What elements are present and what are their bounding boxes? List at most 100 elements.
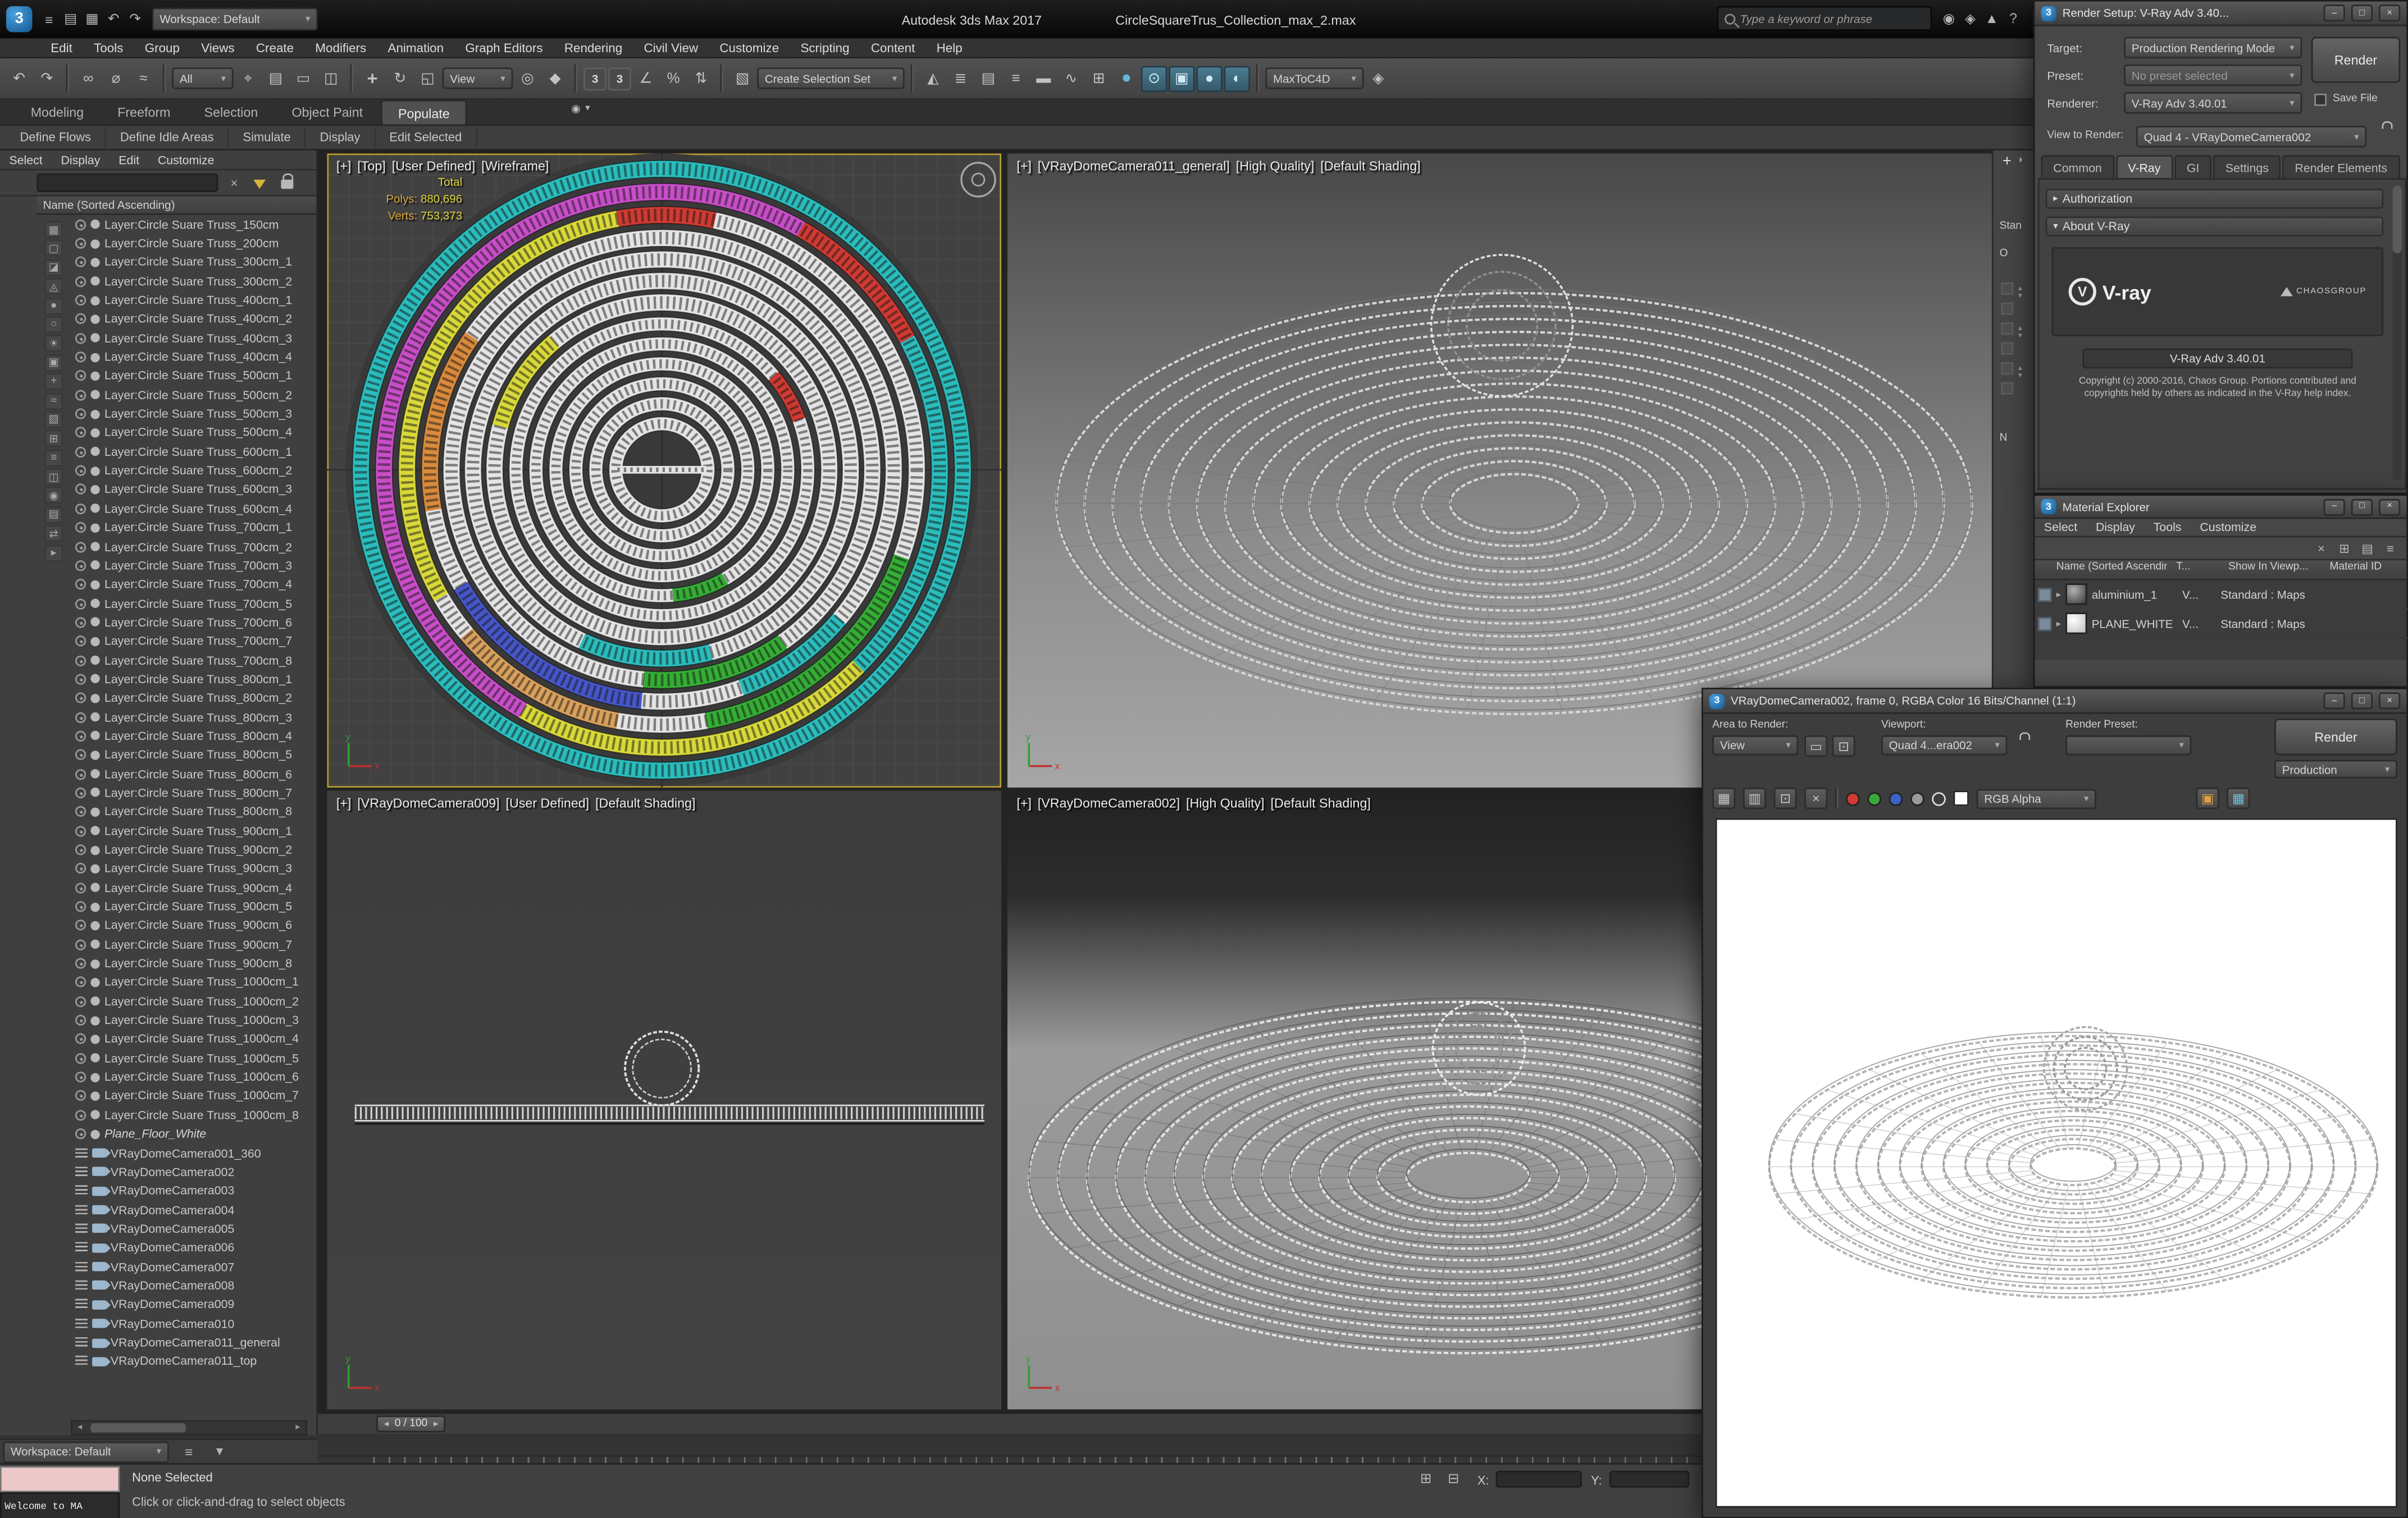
- maximize-icon[interactable]: □: [2351, 692, 2373, 710]
- preset-dropdown[interactable]: No preset selected: [2124, 64, 2302, 86]
- select-by-name-icon[interactable]: ▤: [263, 65, 289, 91]
- layer-row[interactable]: Layer:Circle Suare Truss_900cm_5: [71, 897, 307, 916]
- layer-row[interactable]: Layer:Circle Suare Truss_700cm_8: [71, 651, 307, 670]
- viewport-label-segment[interactable]: [VRayDomeCamera009]: [357, 795, 499, 811]
- expand-icon[interactable]: ▸: [2056, 589, 2061, 599]
- layer-color-icon[interactable]: [90, 598, 100, 609]
- display-shapes-icon[interactable]: ○: [44, 316, 63, 333]
- curve-editor-icon[interactable]: ∿: [1058, 65, 1084, 91]
- edit-named-selection-sets-icon[interactable]: ▧: [729, 65, 755, 91]
- PLANE_WHITE[interactable]: ▸ PLANE_WHITE V... Standard : Maps: [2037, 610, 2408, 639]
- layer-color-icon[interactable]: [90, 845, 100, 854]
- layer-color-icon[interactable]: [90, 220, 100, 229]
- visibility-toggle-icon[interactable]: [75, 313, 86, 325]
- layer-row[interactable]: Layer:Circle Suare Truss_900cm_2: [71, 840, 307, 859]
- layer-color-icon[interactable]: [90, 1053, 100, 1063]
- view-to-render-dropdown[interactable]: Quad 4 - VRayDomeCamera002: [2136, 126, 2367, 148]
- select-object-icon[interactable]: ⌖: [235, 65, 261, 91]
- community-icon[interactable]: ◈: [1959, 6, 1981, 31]
- layer-color-icon[interactable]: [90, 1091, 100, 1101]
- background-toggle-icon[interactable]: [1953, 790, 1969, 806]
- layer-color-icon[interactable]: [90, 542, 100, 551]
- render-button[interactable]: Render: [2311, 36, 2401, 83]
- layer-row[interactable]: Layer:Circle Suare Truss_600cm_2: [71, 461, 307, 481]
- visibility-toggle-icon[interactable]: [75, 257, 86, 268]
- display-cameras-icon[interactable]: ▣: [44, 354, 63, 372]
- material-menu-item[interactable]: Display: [2087, 520, 2145, 534]
- schematic-view-icon[interactable]: ⊞: [1086, 65, 1111, 91]
- layer-row[interactable]: Layer:Circle Suare Truss_700cm_4: [71, 575, 307, 594]
- visibility-toggle-icon[interactable]: [75, 996, 86, 1007]
- copy-image-icon[interactable]: ⊡: [1773, 787, 1797, 810]
- render-preset-dropdown[interactable]: [2065, 735, 2192, 756]
- menu-item[interactable]: Tools: [83, 38, 134, 58]
- close-icon[interactable]: ×: [2379, 4, 2401, 22]
- channel-dropdown[interactable]: RGB Alpha: [1976, 788, 2096, 808]
- menu-item[interactable]: Help: [925, 38, 973, 58]
- mono-channel-icon[interactable]: [1910, 791, 1924, 806]
- vfb-render-button[interactable]: Render: [2274, 718, 2397, 756]
- display-containers-icon[interactable]: ◫: [44, 468, 63, 486]
- reference-coordinate-dropdown[interactable]: View: [442, 67, 513, 89]
- ribbon-tab[interactable]: Populate: [381, 99, 467, 125]
- absolute-mode-icon[interactable]: ⊞: [1416, 1469, 1436, 1489]
- visibility-toggle-icon[interactable]: [75, 1053, 86, 1064]
- layer-row[interactable]: Layer:Circle Suare Truss_900cm_1: [71, 821, 307, 840]
- visibility-toggle-icon[interactable]: [75, 351, 86, 363]
- visibility-toggle-icon[interactable]: [75, 844, 86, 856]
- layer-color-icon[interactable]: [90, 826, 100, 836]
- layer-color-icon[interactable]: [90, 921, 100, 930]
- layer-row[interactable]: Layer:Circle Suare Truss_150cm: [71, 215, 307, 234]
- explorer-menu-item[interactable]: Customize: [148, 153, 224, 167]
- authorization-rollout[interactable]: ▸ Authorization: [2045, 189, 2384, 209]
- explorer-lock-icon[interactable]: [276, 172, 297, 194]
- select-and-manipulate-icon[interactable]: ◆: [542, 65, 568, 91]
- notifications-icon[interactable]: ▲: [1981, 6, 2003, 31]
- material-thumbnail[interactable]: [2065, 612, 2087, 634]
- plane-row[interactable]: Plane_Floor_White: [71, 1124, 307, 1144]
- visibility-toggle-icon[interactable]: [75, 1034, 86, 1045]
- edit-region-icon[interactable]: ▭: [1804, 735, 1828, 757]
- visibility-toggle-icon[interactable]: [75, 408, 86, 419]
- minimize-icon[interactable]: –: [2323, 4, 2345, 22]
- viewport-top[interactable]: xy [+] [Top] [User Defined] [Wireframe] Tot…: [327, 153, 1002, 788]
- ribbon-item[interactable]: Define Idle Areas: [106, 127, 229, 148]
- material-menu-item[interactable]: Select: [2035, 520, 2086, 534]
- camera-row[interactable]: VRayDomeCamera009: [71, 1295, 307, 1314]
- ribbon-options-icon[interactable]: ◉: [571, 103, 581, 115]
- layer-row[interactable]: Layer:Circle Suare Truss_700cm_6: [71, 613, 307, 632]
- viewport-label-segment[interactable]: [+]: [336, 158, 351, 173]
- ribbon-tab[interactable]: Object Paint: [276, 100, 378, 125]
- visibility-toggle-icon[interactable]: [75, 276, 86, 287]
- render-setup-tab[interactable]: Settings: [2213, 155, 2281, 179]
- red-channel-icon[interactable]: [1846, 791, 1860, 806]
- layer-row[interactable]: Layer:Circle Suare Truss_900cm_8: [71, 954, 307, 973]
- panel-button[interactable]: [2001, 342, 2014, 355]
- layer-color-icon[interactable]: [90, 390, 100, 400]
- camera-row[interactable]: VRayDomeCamera002: [71, 1163, 307, 1182]
- layer-row[interactable]: Layer:Circle Suare Truss_800cm_3: [71, 708, 307, 727]
- layer-color-icon[interactable]: [90, 466, 100, 475]
- layer-row[interactable]: Layer:Circle Suare Truss_700cm_2: [71, 537, 307, 556]
- sign-in-icon[interactable]: ◉: [1938, 6, 1959, 31]
- layer-row[interactable]: Layer:Circle Suare Truss_300cm_2: [71, 272, 307, 291]
- layer-row[interactable]: Layer:Circle Suare Truss_800cm_5: [71, 746, 307, 765]
- menu-item[interactable]: Rendering: [554, 38, 633, 58]
- viewport-label-segment[interactable]: [+]: [1016, 158, 1031, 173]
- layer-color-icon[interactable]: [90, 769, 100, 779]
- toggle-layer-explorer-icon[interactable]: ≡: [1003, 65, 1029, 91]
- camera-row[interactable]: VRayDomeCamera003: [71, 1182, 307, 1201]
- ribbon-item[interactable]: Simulate: [229, 127, 307, 148]
- render-setup-tab[interactable]: V-Ray: [2115, 155, 2173, 179]
- column-show-in-viewport[interactable]: Show In Viewp...: [2228, 562, 2318, 573]
- rectangular-selection-icon[interactable]: ▭: [290, 65, 316, 91]
- layer-row[interactable]: Layer:Circle Suare Truss_800cm_1: [71, 670, 307, 689]
- layer-row[interactable]: Layer:Circle Suare Truss_800cm_6: [71, 765, 307, 784]
- camera-row[interactable]: VRayDomeCamera011_top: [71, 1352, 307, 1371]
- me-list-view-icon[interactable]: ▤: [2357, 538, 2378, 559]
- explorer-clear-search-icon[interactable]: ×: [224, 173, 244, 194]
- layer-row[interactable]: Layer:Circle Suare Truss_800cm_7: [71, 784, 307, 803]
- layer-row[interactable]: Layer:Circle Suare Truss_1000cm_2: [71, 992, 307, 1011]
- visibility-toggle-icon[interactable]: [75, 693, 86, 704]
- camera-row[interactable]: VRayDomeCamera001_360: [71, 1144, 307, 1163]
